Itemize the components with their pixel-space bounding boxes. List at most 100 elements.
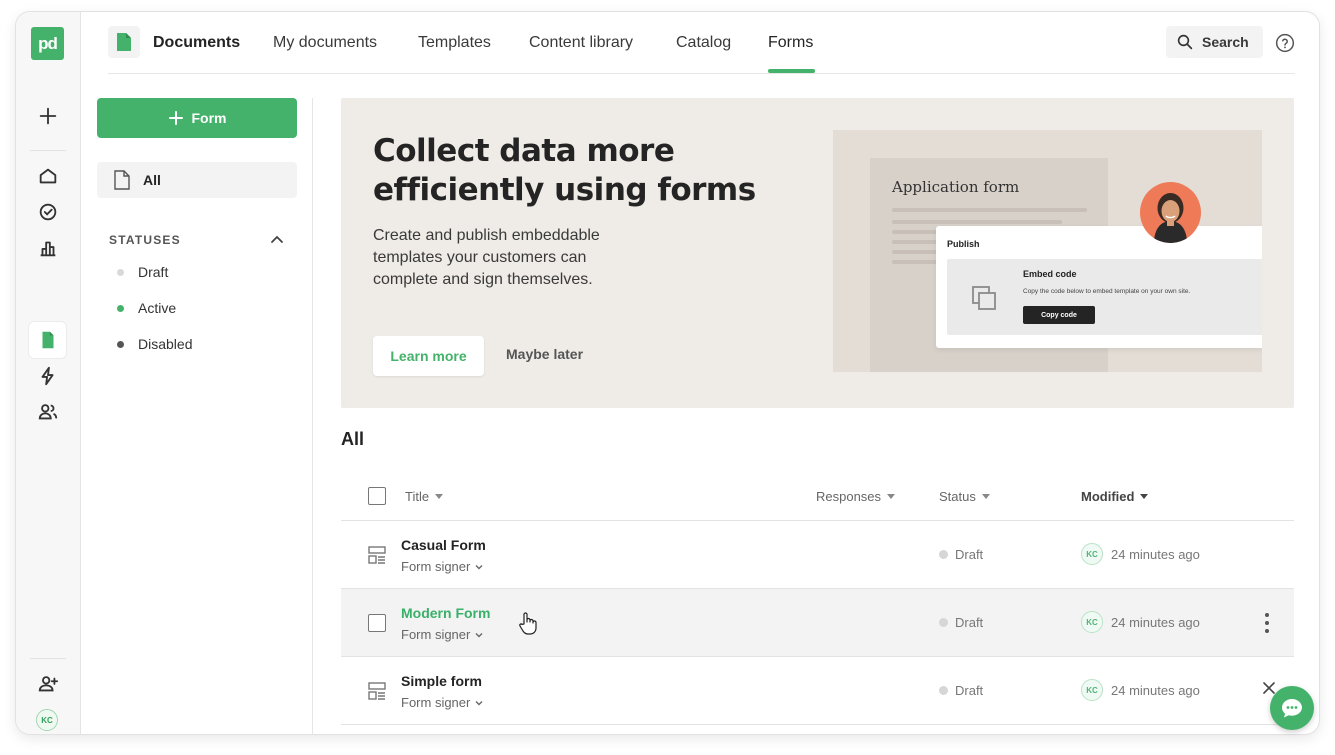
row-checkbox[interactable]: [368, 614, 386, 632]
column-status[interactable]: Status: [939, 489, 990, 504]
status-text: Draft: [955, 683, 984, 698]
sort-caret-icon: [435, 494, 444, 499]
column-responses[interactable]: Responses: [816, 489, 896, 504]
maybe-later-button[interactable]: Maybe later: [506, 346, 583, 362]
nav-forms[interactable]: Forms: [768, 34, 813, 52]
active-tab-indicator: [768, 69, 815, 73]
nav-catalog[interactable]: Catalog: [676, 34, 731, 52]
create-plus-icon[interactable]: [29, 98, 66, 134]
reports-chart-icon[interactable]: [29, 230, 66, 266]
user-avatar[interactable]: KC: [36, 709, 58, 731]
app-window: pd KC Documents My documents Templates C…: [16, 12, 1319, 734]
status-filter-draft[interactable]: Draft: [117, 264, 168, 280]
form-title[interactable]: Modern Form: [401, 605, 490, 621]
sort-caret-icon: [887, 494, 896, 499]
column-responses-label: Responses: [816, 489, 882, 504]
modifier-avatar: KC: [1081, 611, 1103, 633]
paper-line: [892, 208, 1087, 212]
status-dot: [939, 550, 948, 559]
status-badge: Draft: [939, 615, 983, 630]
pandadoc-logo[interactable]: pd: [31, 27, 64, 60]
close-icon[interactable]: [1262, 681, 1276, 695]
column-status-label: Status: [939, 489, 976, 504]
promo-banner: Collect data more efficiently using form…: [341, 98, 1294, 408]
table-row[interactable]: Casual Form Form signer Draft KC 24 minut…: [341, 521, 1294, 589]
left-rail: pd KC: [16, 12, 81, 734]
learn-more-button[interactable]: Learn more: [373, 336, 484, 376]
nav-content-library[interactable]: Content library: [529, 34, 633, 52]
chevron-down-icon: [475, 564, 483, 569]
chevron-up-icon[interactable]: [269, 231, 285, 247]
form-title[interactable]: Simple form: [401, 673, 482, 689]
search-icon: [1177, 34, 1193, 50]
new-form-button[interactable]: Form: [97, 98, 297, 138]
modified-info: KC 24 minutes ago: [1081, 543, 1200, 565]
chevron-down-icon: [475, 700, 483, 705]
plus-icon: [168, 111, 183, 125]
status-label: Disabled: [138, 336, 193, 352]
column-title[interactable]: Title: [405, 489, 444, 504]
select-all-checkbox[interactable]: [368, 487, 386, 505]
automation-bolt-icon[interactable]: [29, 358, 66, 394]
column-modified[interactable]: Modified: [1081, 489, 1149, 504]
table-row[interactable]: Simple form Form signer Draft KC 24 minut…: [341, 657, 1294, 725]
filter-all[interactable]: All: [97, 162, 297, 198]
status-filter-disabled[interactable]: Disabled: [117, 336, 192, 352]
role-label: Form signer: [401, 559, 471, 574]
modified-time: 24 minutes ago: [1111, 546, 1200, 562]
hand-cursor-icon: [519, 612, 537, 635]
filter-all-label: All: [143, 172, 161, 188]
role-label: Form signer: [401, 627, 471, 642]
table-row[interactable]: Modern Form Form signer Draft KC 24 minut…: [341, 589, 1294, 657]
statuses-heading: STATUSES: [109, 233, 181, 247]
search-label: Search: [1202, 34, 1249, 50]
embed-code-box: Embed code Copy the code below to embed …: [947, 259, 1262, 335]
more-options-icon[interactable]: [1264, 613, 1270, 633]
form-template-icon: [368, 546, 386, 564]
contacts-icon[interactable]: [29, 394, 66, 430]
rail-divider: [30, 150, 66, 151]
sort-caret-icon: [1140, 494, 1149, 499]
sort-caret-icon: [981, 494, 990, 499]
role-dropdown[interactable]: Form signer: [401, 627, 484, 642]
column-modified-label: Modified: [1081, 489, 1135, 504]
status-text: Draft: [955, 547, 984, 562]
status-dot: [939, 618, 948, 627]
logo-text: pd: [38, 33, 58, 53]
publish-card-illustration: Publish Embed code Copy the code below t…: [936, 226, 1262, 348]
new-form-label: Form: [191, 110, 227, 126]
panel-divider: [312, 98, 313, 734]
search-button[interactable]: Search: [1166, 26, 1263, 58]
banner-illustration: Application form Publish Embed code Copy…: [833, 130, 1262, 372]
publish-label: Publish: [947, 239, 980, 249]
modifier-avatar: KC: [1081, 543, 1103, 565]
role-dropdown[interactable]: Form signer: [401, 695, 484, 710]
paper-title: Application form: [892, 178, 1020, 196]
nav-templates[interactable]: Templates: [418, 34, 491, 52]
chat-support-button[interactable]: [1270, 686, 1314, 730]
avatar-initials: KC: [41, 715, 53, 725]
status-dot: [939, 686, 948, 695]
copy-code-button: Copy code: [1023, 306, 1095, 324]
status-text: Draft: [955, 615, 984, 630]
modified-info: KC 24 minutes ago: [1081, 611, 1200, 633]
form-template-icon: [368, 682, 386, 700]
chevron-down-icon: [475, 632, 483, 637]
role-dropdown[interactable]: Form signer: [401, 559, 484, 574]
rail-divider-bottom: [30, 658, 66, 659]
status-badge: Draft: [939, 683, 983, 698]
add-user-icon[interactable]: [29, 666, 66, 702]
tasks-check-icon[interactable]: [29, 194, 66, 230]
status-filter-active[interactable]: Active: [117, 300, 176, 316]
status-label: Draft: [138, 264, 169, 280]
help-icon[interactable]: [1275, 33, 1295, 53]
top-navigation: Documents My documents Templates Content…: [108, 12, 1295, 74]
modified-time: 24 minutes ago: [1111, 682, 1200, 698]
nav-my-documents[interactable]: My documents: [273, 34, 377, 52]
documents-icon[interactable]: [29, 322, 66, 358]
status-label: Active: [138, 300, 177, 316]
form-title[interactable]: Casual Form: [401, 537, 486, 553]
home-icon[interactable]: [29, 158, 66, 194]
status-badge: Draft: [939, 547, 983, 562]
embed-code-description: Copy the code below to embed template on…: [1023, 288, 1191, 295]
